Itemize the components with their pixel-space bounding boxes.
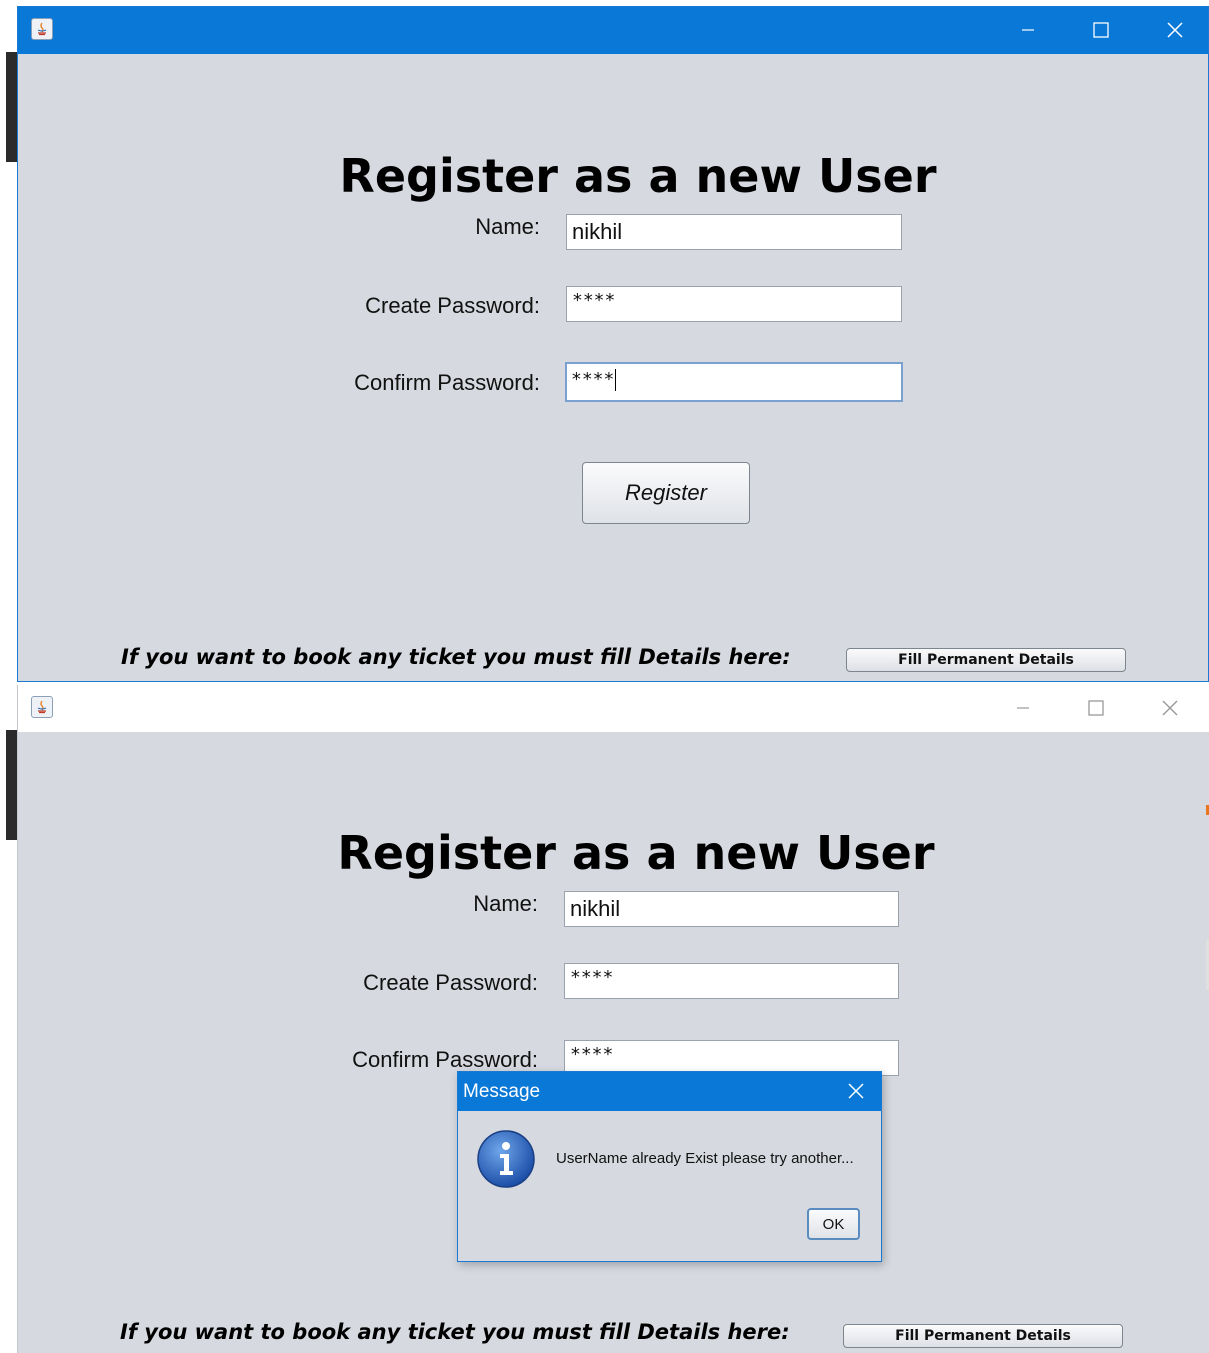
- maximize-icon[interactable]: [1086, 15, 1116, 45]
- info-icon: [476, 1129, 536, 1189]
- minimize-icon[interactable]: [1013, 15, 1043, 45]
- footer-instruction: If you want to book any ticket you must …: [121, 645, 791, 669]
- title-bar[interactable]: [18, 7, 1208, 54]
- dialog-title-bar[interactable]: Message: [458, 1072, 881, 1111]
- dialog-title: Message: [463, 1081, 541, 1102]
- fill-permanent-details-button[interactable]: Fill Permanent Details: [843, 1324, 1123, 1348]
- page-title: Register as a new User: [337, 826, 935, 880]
- create-password-label: Create Password:: [363, 970, 538, 995]
- name-input[interactable]: nikhil: [564, 891, 899, 927]
- name-input[interactable]: nikhil: [566, 214, 902, 250]
- ok-button[interactable]: OK: [807, 1208, 860, 1240]
- java-app-icon: [31, 696, 53, 718]
- name-label: Name:: [473, 891, 538, 916]
- footer-instruction: If you want to book any ticket you must …: [120, 1320, 790, 1344]
- java-app-icon: [31, 18, 53, 40]
- name-label: Name:: [475, 214, 540, 239]
- confirm-password-label: Confirm Password:: [352, 1047, 538, 1072]
- create-password-label: Create Password:: [365, 293, 540, 318]
- dialog-message: UserName already Exist please try anothe…: [556, 1150, 854, 1167]
- maximize-icon[interactable]: [1081, 693, 1111, 723]
- page-title: Register as a new User: [339, 149, 937, 203]
- close-icon[interactable]: [1160, 15, 1190, 45]
- message-dialog: Message UserName already Exist please tr…: [457, 1071, 882, 1262]
- title-bar[interactable]: [18, 685, 1209, 732]
- confirm-password-label: Confirm Password:: [354, 370, 540, 395]
- register-window-active: Register as a new User Name: nikhil Crea…: [17, 6, 1209, 682]
- confirm-password-value: ****: [571, 369, 615, 390]
- create-password-input[interactable]: ****: [564, 963, 899, 999]
- fill-permanent-details-button[interactable]: Fill Permanent Details: [846, 648, 1126, 672]
- close-icon[interactable]: [843, 1078, 869, 1104]
- register-button[interactable]: Register: [582, 462, 750, 524]
- confirm-password-input[interactable]: ****: [565, 362, 903, 402]
- minimize-icon[interactable]: [1008, 693, 1038, 723]
- text-caret: [615, 369, 617, 391]
- create-password-input[interactable]: ****: [566, 286, 902, 322]
- close-icon[interactable]: [1155, 693, 1185, 723]
